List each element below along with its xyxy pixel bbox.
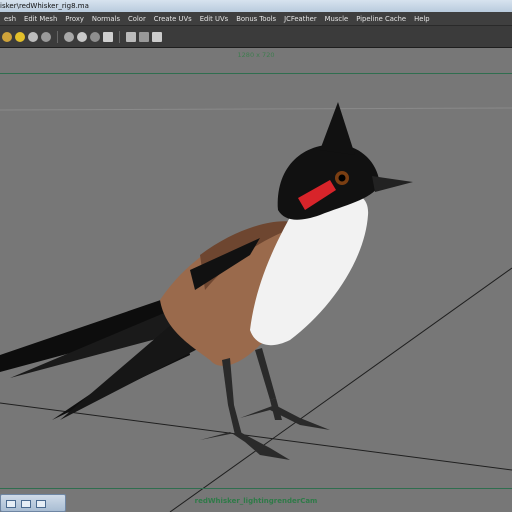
menu-item-muscle[interactable]: Muscle (321, 12, 353, 25)
close-icon[interactable] (36, 500, 46, 508)
menu-item-create-uvs[interactable]: Create UVs (150, 12, 196, 25)
xray-icon[interactable] (139, 31, 149, 42)
bird-leg (222, 358, 234, 405)
main-menubar: esh Edit Mesh Proxy Normals Color Create… (0, 12, 512, 26)
window-title: isker\redWhisker_rig8.ma (0, 2, 89, 10)
resolution-gate-label: 1280 x 720 (237, 51, 275, 59)
light-icon[interactable] (2, 31, 12, 42)
menu-item-mesh[interactable]: esh (0, 12, 20, 25)
menu-item-help[interactable]: Help (410, 12, 434, 25)
bird-beak (372, 176, 413, 192)
menu-item-edit-mesh[interactable]: Edit Mesh (20, 12, 61, 25)
menu-item-jcfeather[interactable]: JCFeather (280, 12, 321, 25)
menu-item-color[interactable]: Color (124, 12, 150, 25)
3d-viewport[interactable] (0, 48, 512, 512)
menu-item-proxy[interactable]: Proxy (61, 12, 88, 25)
viewport-scene (0, 102, 512, 512)
window-title-bar: isker\redWhisker_rig8.ma (0, 0, 512, 12)
toolbar-divider (57, 30, 58, 43)
bird-leg (255, 348, 276, 400)
menu-item-bonus-tools[interactable]: Bonus Tools (232, 12, 280, 25)
resolution-gate-bottom (0, 488, 512, 489)
toolbar-divider (119, 30, 120, 43)
lighting-icon[interactable] (103, 31, 113, 42)
maximize-icon[interactable] (21, 500, 31, 508)
sphere-icon[interactable] (28, 31, 38, 42)
shaded-sphere-icon[interactable] (41, 31, 51, 42)
texture-icon[interactable] (90, 31, 100, 42)
viewport-toolbar (0, 26, 512, 48)
wireframe-icon[interactable] (64, 31, 74, 42)
bird-crest (320, 102, 355, 155)
restore-icon[interactable] (6, 500, 16, 508)
smooth-shade-icon[interactable] (77, 31, 87, 42)
menu-item-edit-uvs[interactable]: Edit UVs (196, 12, 233, 25)
sun-icon[interactable] (15, 31, 25, 42)
grid-line (0, 107, 512, 111)
menu-item-pipeline-cache[interactable]: Pipeline Cache (352, 12, 410, 25)
menu-item-normals[interactable]: Normals (88, 12, 124, 25)
isolate-icon[interactable] (126, 31, 136, 42)
resolution-gate-top (0, 73, 512, 74)
camera-name-label: redWhisker_lightingrenderCam (194, 497, 318, 505)
camera-icon[interactable] (152, 31, 162, 42)
minimized-window[interactable] (0, 494, 66, 512)
bird-foot (240, 405, 330, 430)
